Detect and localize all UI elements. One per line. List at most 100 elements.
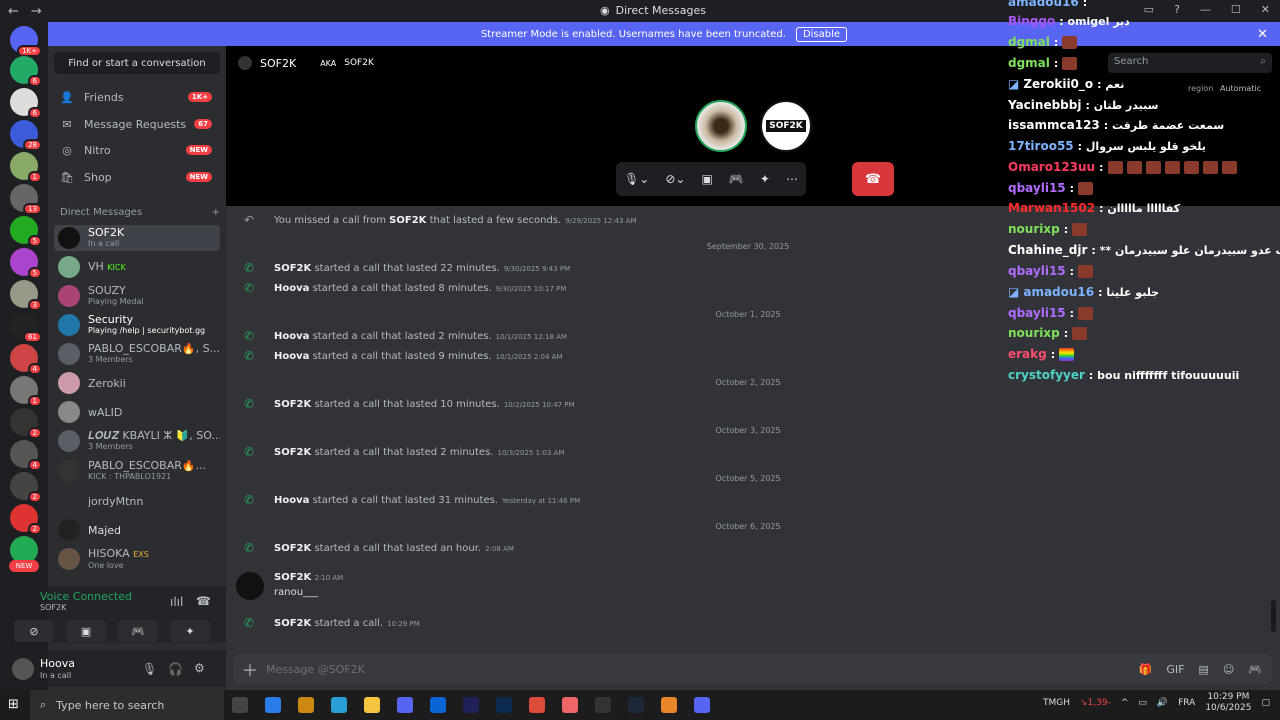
dm-item[interactable]: HISOKA EXS One love <box>54 546 220 572</box>
emoji-icon[interactable]: ☺ <box>1223 663 1234 676</box>
windows-start-icon[interactable]: ⊞ <box>8 697 19 712</box>
language-indicator[interactable]: FRA <box>1178 698 1195 708</box>
server-icon[interactable]: 61 <box>10 312 42 343</box>
add-dm-icon[interactable]: + <box>212 207 220 218</box>
nav-friends[interactable]: 👤 Friends 1K+ <box>56 85 220 109</box>
activity-icon[interactable]: 🎮 <box>729 172 744 186</box>
message-input[interactable]: Message @SOF2K <box>266 663 365 676</box>
chat-line: Omaro123uu: <box>1008 157 1237 177</box>
dm-item[interactable]: jordyMtnn <box>54 488 220 514</box>
dm-item[interactable]: VH KICK <box>54 254 220 280</box>
server-icon[interactable]: 3 <box>10 280 42 311</box>
gear-icon[interactable]: ⚙ <box>194 661 205 675</box>
soundboard-button[interactable]: ✦ <box>170 620 210 642</box>
disable-button[interactable]: Disable <box>795 26 848 42</box>
server-icon[interactable]: 1 <box>10 376 42 407</box>
server-icon[interactable]: 1 <box>10 152 42 183</box>
app-icon[interactable] <box>562 697 578 713</box>
channel-header: SOF2K AKA SOF2K <box>238 56 374 70</box>
server-icon[interactable]: 5 <box>10 248 42 279</box>
find-conversation-button[interactable]: Find or start a conversation <box>54 52 220 74</box>
gift-icon[interactable]: 🎁 <box>1139 663 1153 676</box>
avatar[interactable] <box>236 572 264 600</box>
illustrator-icon[interactable] <box>298 697 314 713</box>
taskbar: ⊞ ⌕ Type here to search TMGH ↘1,39- ^ ▭ 🔊… <box>0 690 1280 720</box>
server-icon[interactable]: 4 <box>10 344 42 375</box>
premiere-icon[interactable] <box>463 697 479 713</box>
store-icon[interactable] <box>265 697 281 713</box>
dm-item[interactable]: Zerokii <box>54 370 220 396</box>
server-icon[interactable]: 4 <box>10 440 42 471</box>
server-icon[interactable]: 2 <box>10 504 42 535</box>
gif-icon[interactable]: GIF <box>1166 663 1184 676</box>
task-view-icon[interactable] <box>232 697 248 713</box>
activity-button[interactable]: 🎮 <box>118 620 158 642</box>
explorer-icon[interactable] <box>364 697 380 713</box>
mic-toggle[interactable]: 🎙⌄ <box>624 172 649 186</box>
dm-item[interactable]: PABLO_ESCOBAR🔥... KICK : THPABLO1921 <box>54 458 220 484</box>
server-icon[interactable]: 5 <box>10 216 42 247</box>
nav-shop[interactable]: 🛍 Shop NEW <box>56 165 220 189</box>
network-icon[interactable]: ▭ <box>1138 698 1147 708</box>
server-icon[interactable]: 2 <box>10 472 42 503</box>
volume-icon[interactable]: 🔊 <box>1157 698 1168 708</box>
scrollbar[interactable] <box>1271 600 1276 632</box>
chat-line: nourixp: <box>1008 219 1088 239</box>
screen-share-button[interactable]: ▣ <box>66 620 106 642</box>
server-icon[interactable]: 2 <box>10 408 42 439</box>
noise-icon[interactable]: ılıl <box>170 595 183 609</box>
steam-icon[interactable] <box>628 697 644 713</box>
sticker-icon[interactable]: ▤ <box>1198 663 1208 676</box>
end-call-button[interactable]: ☎ <box>852 162 894 196</box>
forward-icon[interactable]: → <box>31 4 42 19</box>
camera-toggle[interactable]: ⊘⌄ <box>665 172 685 186</box>
edge-icon[interactable] <box>331 697 347 713</box>
nav-message-requests[interactable]: ✉ Message Requests 67 <box>56 112 220 136</box>
chrome-icon[interactable] <box>529 697 545 713</box>
apps-icon[interactable]: 🎮 <box>1248 663 1262 676</box>
camera-off-button[interactable]: ⊘ <box>14 620 54 642</box>
dm-item[interactable]: PABLO_ESCOBAR🔥, S... 3 Members <box>54 341 220 367</box>
participant-avatar[interactable]: SOF2K <box>760 100 812 152</box>
disconnect-icon[interactable]: ☎ <box>196 594 211 608</box>
discord-taskbar-icon[interactable] <box>397 697 413 713</box>
dm-item[interactable]: SOUZY Playing Medal <box>54 283 220 309</box>
attach-icon[interactable]: ＋ <box>234 657 266 681</box>
home-button[interactable]: 1K+ <box>10 26 42 57</box>
dm-item[interactable]: SOF2K In a call <box>54 225 220 251</box>
server-icon[interactable]: 6 <box>10 88 42 119</box>
dm-item[interactable]: 𝑳𝑶𝑼𝒁 KBAYLI ⵣ 🔰, SO... 3 Members <box>54 428 220 454</box>
server-icon[interactable]: 28 <box>10 120 42 151</box>
app-icon[interactable] <box>661 697 677 713</box>
chevron-up-icon[interactable]: ^ <box>1121 698 1129 708</box>
discord-icon: ◉ <box>600 4 610 17</box>
dm-item[interactable]: wALID <box>54 399 220 425</box>
avatar[interactable] <box>12 658 34 680</box>
chat-line: ◪ Zerokii0_o: نعم <box>1008 77 1125 91</box>
participant-avatar[interactable] <box>695 100 747 152</box>
notification-icon[interactable]: ▢ <box>1261 698 1270 708</box>
app-icon[interactable] <box>694 697 710 713</box>
message-composer[interactable]: ＋ Message @SOF2K 🎁 GIF ▤ ☺ 🎮 <box>234 654 1272 684</box>
taskbar-search[interactable]: ⌕ Type here to search <box>30 690 224 720</box>
clock[interactable]: 10:29 PM 10/6/2025 <box>1205 692 1251 714</box>
mic-icon[interactable]: 🎙 <box>142 662 157 676</box>
app-icon[interactable] <box>595 697 611 713</box>
dm-item[interactable]: Security Playing /help | securitybot.gg <box>54 312 220 338</box>
new-badge[interactable]: NEW <box>9 560 39 572</box>
server-icon[interactable]: 6 <box>10 56 42 87</box>
photoshop-icon[interactable] <box>496 697 512 713</box>
nav-nitro[interactable]: ◎ Nitro NEW <box>56 138 220 162</box>
soundboard-icon[interactable]: ✦ <box>760 172 770 186</box>
headphones-icon[interactable]: 🎧 <box>168 662 183 676</box>
system-tray: TMGH ↘1,39- ^ ▭ 🔊 FRA 10:29 PM 10/6/2025 … <box>1043 692 1270 714</box>
outlook-icon[interactable] <box>430 697 446 713</box>
back-icon[interactable]: ← <box>8 4 19 19</box>
server-icon[interactable]: 13 <box>10 184 42 215</box>
dm-item[interactable]: Majed <box>54 517 220 543</box>
more-icon[interactable]: ⋯ <box>786 172 798 186</box>
phone-icon: ✆ <box>244 541 255 555</box>
screen-share-icon[interactable]: ▣ <box>701 172 712 186</box>
voice-channel[interactable]: SOF2K <box>40 603 66 612</box>
friends-icon: 👤 <box>60 90 74 104</box>
